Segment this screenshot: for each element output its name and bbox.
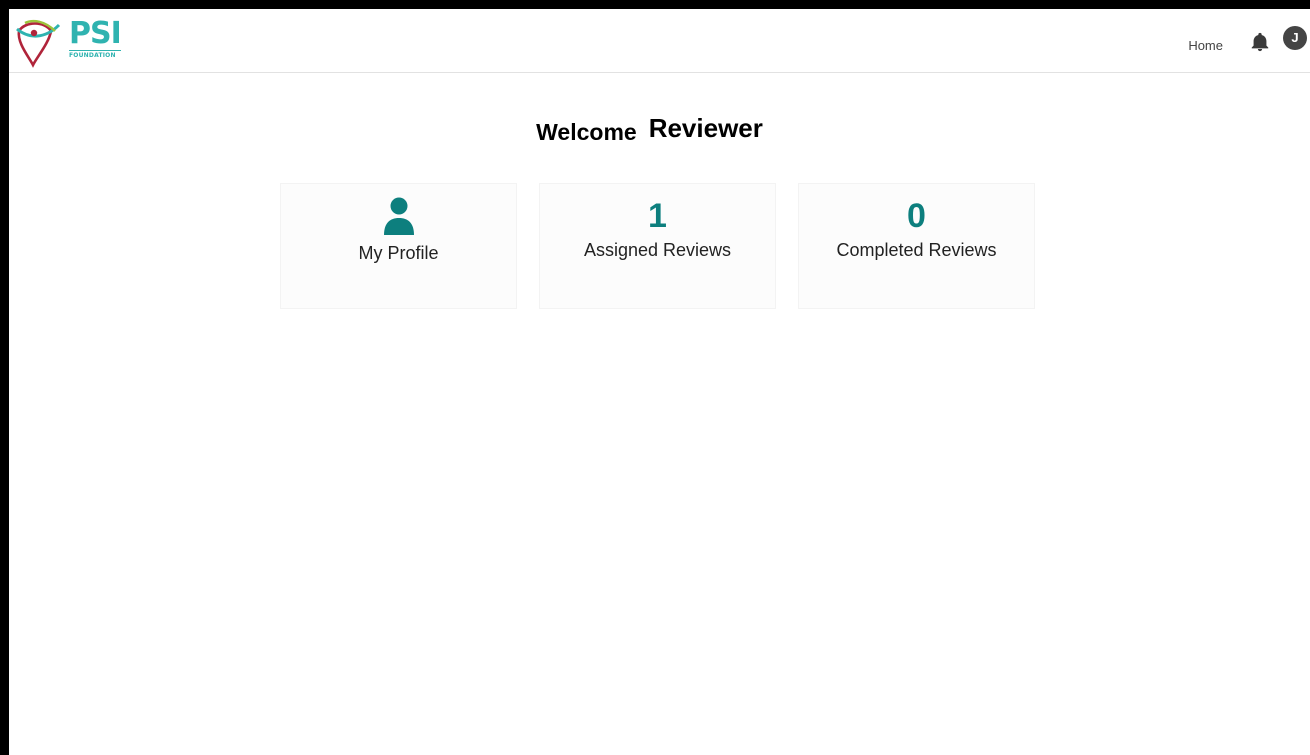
app-window: PSI FOUNDATION Home J Welcome Reviewer My… bbox=[9, 9, 1310, 755]
completed-reviews-label: Completed Reviews bbox=[836, 240, 997, 260]
nav-home-link[interactable]: Home bbox=[1188, 38, 1223, 53]
completed-reviews-count: 0 bbox=[907, 197, 926, 235]
my-profile-card[interactable]: My Profile bbox=[280, 183, 517, 309]
logo-subtitle: FOUNDATION bbox=[69, 50, 121, 59]
completed-reviews-card[interactable]: 0 Completed Reviews bbox=[798, 183, 1035, 309]
welcome-heading: Welcome Reviewer bbox=[9, 113, 1290, 147]
bell-icon[interactable] bbox=[1249, 30, 1271, 54]
top-navbar: PSI FOUNDATION Home J bbox=[9, 9, 1310, 73]
dashboard-cards: My Profile 1 Assigned Reviews 0 Complete… bbox=[280, 183, 1035, 309]
psi-logo-icon bbox=[16, 19, 61, 68]
welcome-text: Welcome bbox=[536, 119, 637, 145]
user-avatar[interactable]: J bbox=[1283, 25, 1307, 50]
user-icon bbox=[383, 197, 414, 235]
assigned-reviews-count: 1 bbox=[648, 197, 667, 235]
role-text: Reviewer bbox=[648, 113, 763, 143]
assigned-reviews-card[interactable]: 1 Assigned Reviews bbox=[539, 183, 776, 309]
my-profile-label: My Profile bbox=[358, 243, 439, 263]
logo-wordmark: PSI bbox=[69, 16, 122, 51]
assigned-reviews-label: Assigned Reviews bbox=[583, 240, 732, 260]
nav-actions: Home J bbox=[1188, 9, 1310, 72]
psi-foundation-logo[interactable]: PSI FOUNDATION bbox=[15, 16, 122, 69]
